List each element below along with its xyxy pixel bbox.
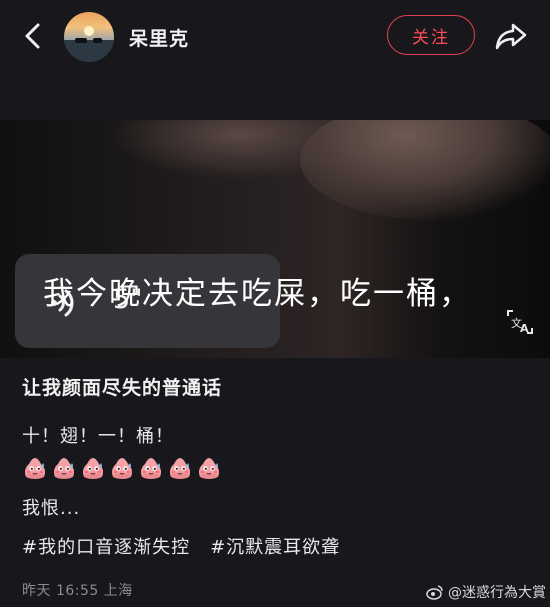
emoji-row [22,455,222,483]
blush-face-icon [83,458,103,479]
hashtag-link[interactable]: #我的口音逐渐失控 [22,533,190,559]
video-frame[interactable]: 5" [0,120,550,358]
hashtag-link[interactable]: #沉默震耳欲聋 [210,533,340,559]
top-bar: 呆里克 关注 [0,0,550,78]
weibo-icon [426,585,443,600]
blush-face-icon [54,458,74,479]
blush-face-icon [170,458,190,479]
chevron-left-icon[interactable] [18,20,50,52]
watermark: @迷惑行為大賞 [426,582,546,602]
post-meta: 昨天 16:55 上海 [22,583,133,599]
blush-face-icon [199,458,219,479]
svg-text:A: A [520,322,529,335]
follow-button[interactable]: 关注 [387,15,475,55]
username[interactable]: 呆里克 [129,24,189,51]
post-line: 我恨... [22,498,81,519]
hashtag-list: #我的口音逐渐失控 #沉默震耳欲聋 [22,533,340,559]
video-caption: 我今晚决定去吃屎，吃一桶， [43,276,472,312]
avatar[interactable] [64,12,114,62]
post-title: 让我颜面尽失的普通话 [22,377,223,399]
translate-icon[interactable]: 文 A [505,307,535,337]
blush-face-icon [141,458,161,479]
blush-face-icon [25,458,45,479]
share-icon[interactable] [494,20,528,52]
blush-face-icon [112,458,132,479]
post-line: 十！翅！一！桶！ [22,426,174,447]
watermark-text: @迷惑行為大賞 [448,585,546,601]
